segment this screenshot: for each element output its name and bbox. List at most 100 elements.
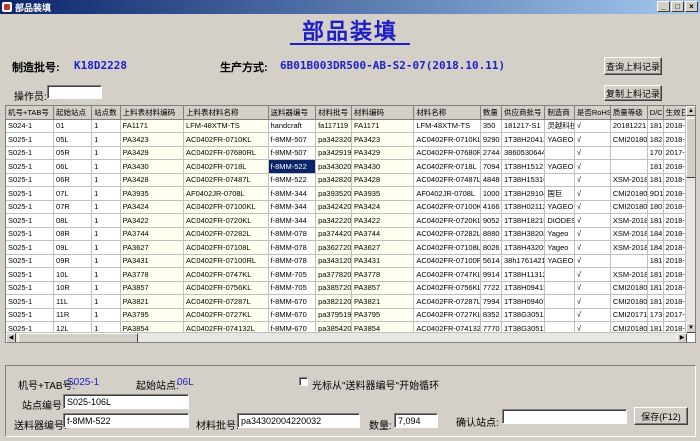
table-cell[interactable]: 1T38G30512 xyxy=(501,308,546,322)
table-cell[interactable] xyxy=(544,294,575,309)
column-header[interactable]: 数量 xyxy=(480,106,503,120)
column-header[interactable]: 质量等级 xyxy=(610,106,648,120)
table-cell[interactable]: 181 xyxy=(647,159,664,174)
table-cell[interactable]: CMI20180 xyxy=(610,294,648,309)
table-cell[interactable]: AC0402FR-07287L xyxy=(413,294,481,309)
column-header[interactable]: 起始站点 xyxy=(53,106,93,120)
table-cell[interactable]: pa342220 xyxy=(315,213,352,228)
table-cell[interactable]: 国巨 xyxy=(544,186,575,201)
table-cell[interactable]: f-8MM-507 xyxy=(268,132,317,147)
confirm-input[interactable] xyxy=(502,409,627,424)
table-cell[interactable]: S025-1 xyxy=(6,254,55,268)
table-cell[interactable]: f-8MM-344 xyxy=(268,213,317,228)
table-cell[interactable]: AF0402JR-0708L xyxy=(413,186,481,201)
table-cell[interactable]: √ xyxy=(574,294,611,309)
table-cell[interactable]: √ xyxy=(574,173,611,187)
table-cell[interactable]: XSM-2018 xyxy=(610,173,648,187)
table-cell[interactable]: AC0402FR-07680RL xyxy=(183,146,269,160)
table-cell[interactable]: YAGEO xyxy=(544,200,575,214)
table-cell[interactable] xyxy=(544,146,575,160)
query-log-button[interactable]: 查询上料记录 xyxy=(604,57,662,75)
table-cell[interactable]: 11R xyxy=(53,308,93,322)
table-cell[interactable]: XSM-2018 xyxy=(610,227,648,241)
table-cell[interactable]: 5614 xyxy=(480,254,503,268)
table-cell[interactable]: 2018-04- xyxy=(663,254,687,268)
table-cell[interactable]: 1T38H20413 xyxy=(501,132,546,147)
column-header[interactable]: 制造商 xyxy=(544,106,575,120)
table-cell[interactable]: f-8MM-507 xyxy=(268,146,317,160)
table-cell[interactable]: 10R xyxy=(53,281,93,295)
table-cell[interactable]: AC0402FR-07108L xyxy=(183,240,269,255)
table-cell[interactable]: 1 xyxy=(91,186,121,201)
table-cell[interactable]: 1 xyxy=(91,227,121,241)
table-cell[interactable]: S025-1 xyxy=(6,132,55,147)
table-cell[interactable]: 2017-02- xyxy=(663,146,687,160)
table-cell[interactable]: 2018-07- xyxy=(663,186,687,201)
table-cell[interactable]: AC0402FR-07487L xyxy=(183,173,269,187)
table-cell[interactable]: 1T38H15310 xyxy=(501,173,546,187)
column-header[interactable]: 送料器编号 xyxy=(268,106,317,120)
table-row[interactable]: S025-1 08L 1 PA3422 AC0402FR-0720KL f-8MM-344… xyxy=(6,213,687,228)
table-cell[interactable] xyxy=(544,173,575,187)
table-cell[interactable]: √ xyxy=(574,240,611,255)
table-cell[interactable]: 11L xyxy=(53,294,93,309)
table-cell[interactable] xyxy=(544,267,575,282)
table-cell[interactable]: PA3744 xyxy=(351,227,415,241)
feeder-input[interactable]: f-8MM-522 xyxy=(63,413,189,428)
table-cell[interactable]: PA3428 xyxy=(120,173,184,187)
table-cell[interactable]: AC0402FR-0718L xyxy=(413,159,481,174)
table-cell[interactable]: PA3821 xyxy=(120,294,184,309)
table-row[interactable]: S025-1 05R 1 PA3429 AC0402FR-07680RL f-8MM-50… xyxy=(6,146,687,160)
table-cell[interactable]: PA3424 xyxy=(120,200,184,214)
table-cell[interactable]: pa377820 xyxy=(315,267,352,282)
table-cell[interactable]: 182 xyxy=(647,132,664,147)
table-row[interactable]: S025-1 11R 1 PA3795 AC0402FR-0727KL f-8MM-670… xyxy=(6,308,687,322)
table-cell[interactable]: 2017-09- xyxy=(663,308,687,322)
table-cell[interactable]: 2018-04- xyxy=(663,159,687,174)
table-cell[interactable]: 181 xyxy=(647,213,664,228)
table-cell[interactable]: 2018-03- xyxy=(663,294,687,309)
table-row[interactable]: S025-1 11L 1 PA3821 AC0402FR-07287L f-8MM-670… xyxy=(6,294,687,309)
scroll-left-icon[interactable]: ◀ xyxy=(6,333,16,342)
table-cell[interactable]: 1 xyxy=(91,294,121,309)
table-cell[interactable]: √ xyxy=(574,213,611,228)
table-cell[interactable]: 2018-03- xyxy=(663,281,687,295)
table-cell[interactable]: 1 xyxy=(91,200,121,214)
table-cell[interactable]: CMI20180 xyxy=(610,200,648,214)
table-cell[interactable]: √ xyxy=(574,146,611,160)
table-cell[interactable]: 07L xyxy=(53,186,93,201)
column-header[interactable]: 供应商批号 xyxy=(501,106,546,120)
station-input[interactable]: S025-106L xyxy=(63,394,189,409)
table-cell[interactable]: AC0402FR-07680RL xyxy=(413,146,481,160)
table-cell[interactable]: AC0402FR-0747KL xyxy=(183,267,269,282)
table-cell[interactable]: PA3431 xyxy=(120,254,184,268)
table-cell[interactable]: CMI20180 xyxy=(610,132,648,147)
table-cell[interactable]: XSM-2018 xyxy=(610,267,648,282)
table-row[interactable]: S025-1 07R 1 PA3424 AC0402FR-07100KL f-8MM-34… xyxy=(6,200,687,214)
table-cell[interactable]: 1 xyxy=(91,146,121,160)
table-cell[interactable]: 3860530644 xyxy=(501,146,546,160)
table-cell[interactable]: √ xyxy=(574,119,611,133)
table-cell[interactable]: AC0402FR-07282L xyxy=(413,227,481,241)
table-cell[interactable]: 2018-11- xyxy=(663,240,687,255)
table-cell[interactable]: f-8MM-670 xyxy=(268,294,317,309)
table-cell[interactable]: S025-1 xyxy=(6,294,55,309)
table-cell[interactable]: S025-1 xyxy=(6,213,55,228)
table-cell[interactable]: 08R xyxy=(53,227,93,241)
table-cell[interactable]: pa343120 xyxy=(315,254,352,268)
table-cell[interactable]: 181 xyxy=(647,119,664,133)
table-row[interactable]: S025-1 05L 1 PA3423 AC0402FR-0710KL f-8MM-507… xyxy=(6,132,687,147)
table-cell[interactable] xyxy=(544,281,575,295)
column-header[interactable]: 站点数 xyxy=(91,106,121,120)
table-row[interactable]: S025-1 07L 1 PA3935 AF0402JR-0708L f-8MM-344 p… xyxy=(6,186,687,201)
table-cell[interactable]: PA3778 xyxy=(120,267,184,282)
table-cell[interactable]: pa393520 xyxy=(315,186,352,201)
scroll-right-icon[interactable]: ▶ xyxy=(677,333,687,342)
table-row[interactable]: S025-1 09R 1 PA3431 AC0402FR-07100RL f-8MM-07… xyxy=(6,254,687,268)
table-cell[interactable]: f-8MM-705 xyxy=(268,267,317,282)
table-cell[interactable]: pa342919 xyxy=(315,146,352,160)
table-cell[interactable]: Yageo xyxy=(544,227,575,241)
table-cell[interactable]: PA3857 xyxy=(351,281,415,295)
table-cell[interactable]: 181 xyxy=(647,254,664,268)
table-cell[interactable]: 05L xyxy=(53,132,93,147)
